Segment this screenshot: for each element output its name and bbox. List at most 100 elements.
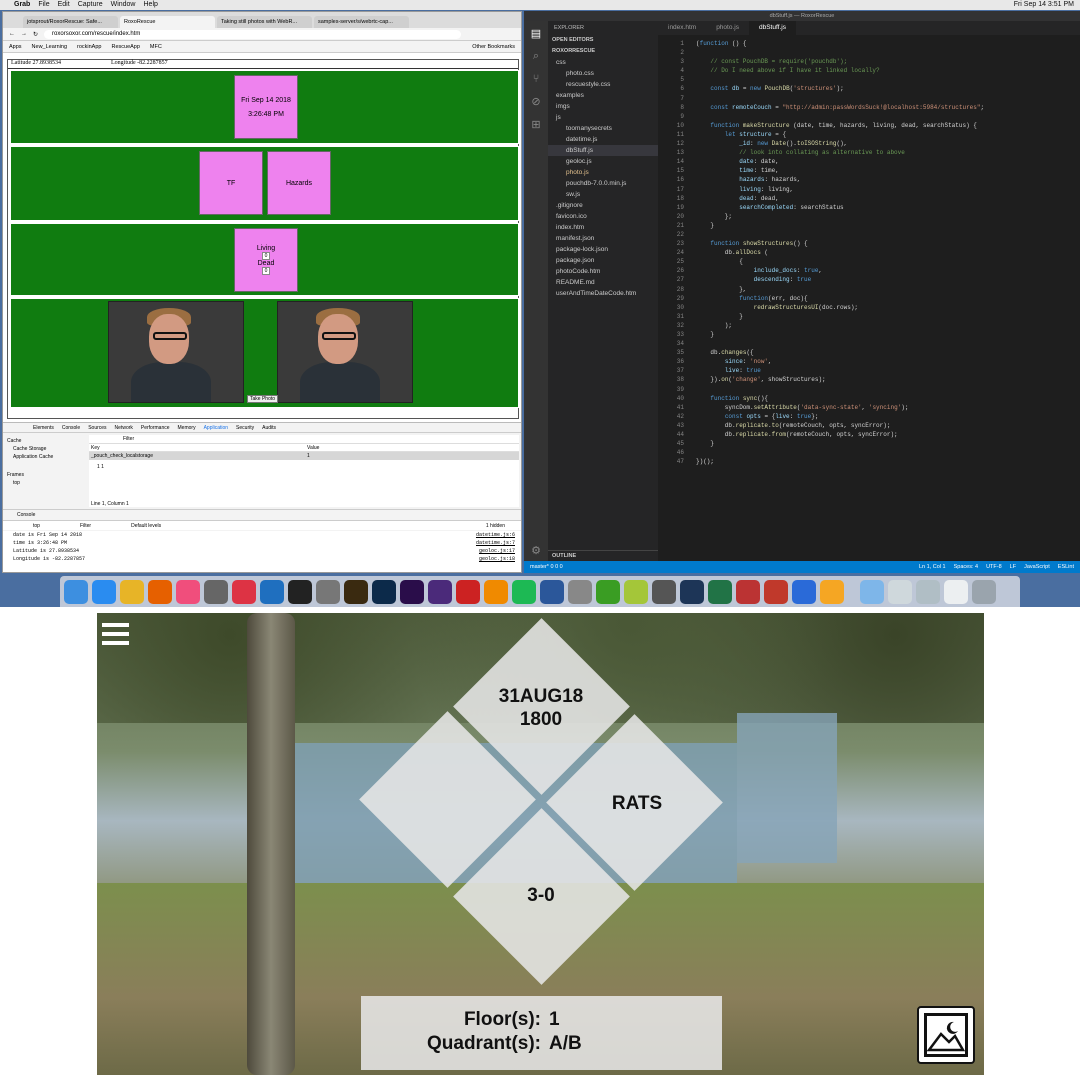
code-editor[interactable]: index.htm photo.js dbStuff.js 1 (function… — [658, 21, 1080, 561]
log-source-link[interactable]: geoloc.js:18 — [479, 555, 515, 563]
filezilla-icon[interactable] — [764, 579, 788, 604]
debug-icon[interactable]: ⊘ — [524, 95, 548, 108]
file-photo-css[interactable]: photo.css — [548, 68, 658, 79]
hazards-box[interactable]: Hazards — [267, 151, 331, 215]
photo-gallery-icon[interactable] — [917, 1006, 975, 1064]
menu-capture[interactable]: Capture — [78, 0, 103, 10]
status-spaces[interactable]: Spaces: 4 — [954, 564, 978, 570]
file-gitignore[interactable]: .gitignore — [548, 200, 658, 211]
github-desktop-icon[interactable] — [428, 579, 452, 604]
menu-window[interactable]: Window — [111, 0, 136, 10]
file-datetime-js[interactable]: datetime.js — [548, 134, 658, 145]
project-root[interactable]: ROXORRESCUE — [548, 46, 658, 57]
music-icon[interactable] — [176, 579, 200, 604]
acrobat-icon[interactable] — [456, 579, 480, 604]
outline-section[interactable]: OUTLINE — [548, 550, 658, 561]
safari-icon[interactable] — [92, 579, 116, 604]
status-language[interactable]: JavaScript — [1024, 564, 1050, 570]
launchpad-icon[interactable] — [680, 579, 704, 604]
bookmark-rockinapp[interactable]: rockinApp — [77, 44, 101, 50]
firefox-dev-icon[interactable] — [792, 579, 816, 604]
calculator-icon[interactable] — [316, 579, 340, 604]
source-control-icon[interactable]: ⑂ — [524, 73, 548, 85]
gear-icon[interactable]: ⚙ — [524, 544, 548, 557]
folder-css[interactable]: css — [548, 57, 658, 68]
forward-icon[interactable]: → — [21, 31, 27, 37]
folder-js[interactable]: js — [548, 112, 658, 123]
file-photocode[interactable]: photoCode.htm — [548, 266, 658, 277]
search-icon[interactable]: ⌕ — [524, 50, 548, 63]
datetime-box[interactable]: Fri Sep 14 2018 3:26:48 PM — [234, 75, 298, 139]
file-package-lock[interactable]: package-lock.json — [548, 244, 658, 255]
editor-tab-index[interactable]: index.htm — [658, 21, 706, 35]
sketch-icon[interactable] — [232, 579, 256, 604]
hamburger-menu-icon[interactable] — [102, 623, 129, 647]
devtools-tab-memory[interactable]: Memory — [178, 425, 196, 431]
file-package[interactable]: package.json — [548, 255, 658, 266]
status-cursor[interactable]: Ln 1, Col 1 — [919, 564, 946, 570]
android-studio-icon[interactable] — [624, 579, 648, 604]
dead-input[interactable]: 0 — [261, 267, 271, 275]
screenshot-icon[interactable] — [916, 579, 940, 604]
document-icon[interactable] — [944, 579, 968, 604]
file-index-htm[interactable]: index.htm — [548, 222, 658, 233]
chrome-icon[interactable] — [120, 579, 144, 604]
file-sw-js[interactable]: sw.js — [548, 189, 658, 200]
devtools-tab-sources[interactable]: Sources — [88, 425, 106, 431]
url-field[interactable]: roxorsoxor.com/rescue/index.htm — [44, 29, 461, 39]
sketchbook-icon[interactable] — [820, 579, 844, 604]
vscode-icon[interactable] — [260, 579, 284, 604]
menu-edit[interactable]: Edit — [58, 0, 70, 10]
photos-icon[interactable] — [204, 579, 228, 604]
devtools-tab-security[interactable]: Security — [236, 425, 254, 431]
console-drawer-tab[interactable]: Console — [3, 509, 521, 519]
log-source-link[interactable]: datetime.js:6 — [476, 531, 515, 539]
excel-icon[interactable] — [708, 579, 732, 604]
photo-booth-icon[interactable] — [736, 579, 760, 604]
console-filter[interactable]: Filter — [80, 521, 91, 530]
folder-imgs[interactable]: imgs — [548, 101, 658, 112]
extensions-icon[interactable]: ⊞ — [524, 118, 548, 131]
applications-folder-icon[interactable] — [860, 579, 884, 604]
bridge-icon[interactable] — [344, 579, 368, 604]
tab-github[interactable]: jotsprout/RoxorRescue: Safe... — [23, 16, 118, 28]
floor-quadrant-panel[interactable]: Floor(s): 1 Quadrant(s): A/B — [361, 996, 722, 1070]
vlc-icon[interactable] — [484, 579, 508, 604]
devtools-tab-application[interactable]: Application — [204, 425, 228, 431]
file-photo-js[interactable]: photo.js — [548, 167, 658, 178]
file-favicon[interactable]: favicon.ico — [548, 211, 658, 222]
log-source-link[interactable]: geoloc.js:17 — [479, 547, 515, 555]
tab-roxorescue[interactable]: RoxoRescue — [120, 16, 215, 28]
bookmark-rescueapp[interactable]: RescueApp — [111, 44, 139, 50]
tree-top[interactable]: top — [7, 479, 87, 487]
bookmark-apps[interactable]: Apps — [9, 44, 22, 50]
menu-help[interactable]: Help — [144, 0, 158, 10]
finder-icon[interactable] — [64, 579, 88, 604]
after-effects-icon[interactable] — [400, 579, 424, 604]
menu-app[interactable]: Grab — [14, 0, 30, 10]
file-userandtime[interactable]: userAndTimeDateCode.htm — [548, 288, 658, 299]
bookmark-mfc[interactable]: MFC — [150, 44, 162, 50]
preview-icon[interactable] — [568, 579, 592, 604]
firefox-icon[interactable] — [148, 579, 172, 604]
file-rescuestyle-css[interactable]: rescuestyle.css — [548, 79, 658, 90]
console-levels[interactable]: Default levels — [131, 521, 161, 530]
system-preferences-icon[interactable] — [652, 579, 676, 604]
tab-samples[interactable]: samples-server/s/webrtc-cap... — [314, 16, 409, 28]
file-readme[interactable]: README.md — [548, 277, 658, 288]
table-row[interactable]: _pouch_check_localstorage 1 — [89, 452, 519, 460]
take-photo-button[interactable]: Take Photo — [247, 395, 279, 403]
git-branch-status[interactable]: master* 0 0 0 — [530, 564, 563, 570]
menu-file[interactable]: File — [38, 0, 49, 10]
terminal-icon[interactable] — [288, 579, 312, 604]
devtools-tab-console[interactable]: Console — [62, 425, 80, 431]
status-eslint[interactable]: ESLint — [1058, 564, 1074, 570]
devtools-tab-performance[interactable]: Performance — [141, 425, 170, 431]
editor-tab-dbstuff[interactable]: dbStuff.js — [748, 21, 796, 35]
log-source-link[interactable]: datetime.js:7 — [476, 539, 515, 547]
word-icon[interactable] — [540, 579, 564, 604]
devtools-tab-audits[interactable]: Audits — [262, 425, 276, 431]
status-encoding[interactable]: UTF-8 — [986, 564, 1002, 570]
open-editors[interactable]: OPEN EDITORS — [548, 35, 658, 46]
storage-filter[interactable]: Filter — [89, 435, 519, 444]
